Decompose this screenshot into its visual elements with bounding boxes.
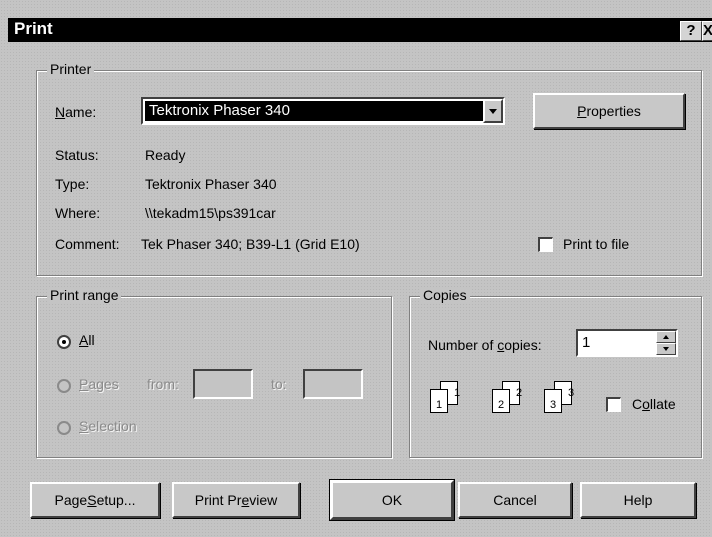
help-button[interactable]: Help: [580, 482, 696, 518]
all-radio[interactable]: [57, 335, 71, 349]
printer-group: Printer Name: Tektronix Phaser 340 Prope…: [36, 61, 702, 276]
where-label: Where:: [55, 205, 101, 221]
copies-group: Copies Number of copies: 1 1 1 2 2 3 3 C…: [409, 287, 702, 458]
collate-label[interactable]: Collate: [632, 396, 676, 412]
print-to-file-label[interactable]: Print to file: [563, 236, 629, 252]
arrow-down-icon: [663, 347, 669, 351]
printer-name-select[interactable]: Tektronix Phaser 340: [141, 97, 505, 125]
chevron-down-icon: [489, 109, 497, 114]
printer-name-value: Tektronix Phaser 340: [145, 101, 483, 121]
number-of-copies-label: Number of copies:: [428, 337, 542, 353]
copies-value: 1: [582, 334, 591, 351]
window-title: Print: [14, 19, 53, 38]
to-input[interactable]: [303, 369, 363, 399]
comment-label: Comment:: [55, 236, 120, 252]
name-label: Name:: [55, 104, 97, 120]
spin-up-button[interactable]: [656, 331, 676, 343]
collate-page: 1: [430, 389, 448, 413]
spin-down-button[interactable]: [656, 343, 676, 355]
comment-value: Tek Phaser 340; B39-L1 (Grid E10): [141, 236, 360, 252]
status-label: Status:: [55, 147, 99, 163]
help-icon[interactable]: ?: [680, 21, 702, 41]
status-value: Ready: [145, 147, 186, 163]
collate-page: 3: [567, 387, 575, 399]
collate-checkbox[interactable]: [606, 397, 621, 412]
arrow-up-icon: [663, 335, 669, 339]
type-value: Tektronix Phaser 340: [145, 176, 277, 192]
selection-label: Selection: [79, 418, 137, 434]
print-range-group: Print range All Pages from: to: Selectio…: [36, 287, 392, 458]
printer-legend: Printer: [47, 61, 95, 77]
copies-spinner[interactable]: 1: [576, 329, 678, 357]
collate-page: 2: [515, 387, 523, 399]
where-value: \\tekadm15\ps391car: [145, 205, 276, 221]
radio-selected-dot: [62, 340, 66, 344]
collate-page: 2: [492, 389, 510, 413]
print-preview-button[interactable]: Print Preview: [172, 482, 300, 518]
type-label: Type:: [55, 176, 90, 192]
pages-label: Pages: [79, 376, 119, 392]
properties-button[interactable]: Properties: [533, 93, 685, 129]
dropdown-button[interactable]: [483, 99, 503, 123]
to-label: to:: [271, 376, 287, 392]
from-input[interactable]: [193, 369, 253, 399]
collate-page: 1: [453, 387, 461, 399]
ok-button[interactable]: OK: [330, 480, 454, 520]
page-setup-button[interactable]: Page Setup...: [30, 482, 160, 518]
print-range-legend: Print range: [47, 287, 122, 303]
cancel-button[interactable]: Cancel: [458, 482, 572, 518]
close-icon[interactable]: X: [702, 21, 712, 41]
print-dialog: Print ? X Printer Name: Tektronix Phaser…: [0, 0, 712, 537]
from-label: from:: [147, 376, 179, 392]
print-to-file-checkbox[interactable]: [538, 237, 553, 252]
copies-legend: Copies: [420, 287, 470, 303]
title-bar: Print ? X: [8, 18, 712, 42]
all-label[interactable]: All: [79, 332, 95, 348]
pages-radio[interactable]: [57, 379, 71, 393]
selection-radio[interactable]: [57, 421, 71, 435]
collate-page: 3: [544, 389, 562, 413]
